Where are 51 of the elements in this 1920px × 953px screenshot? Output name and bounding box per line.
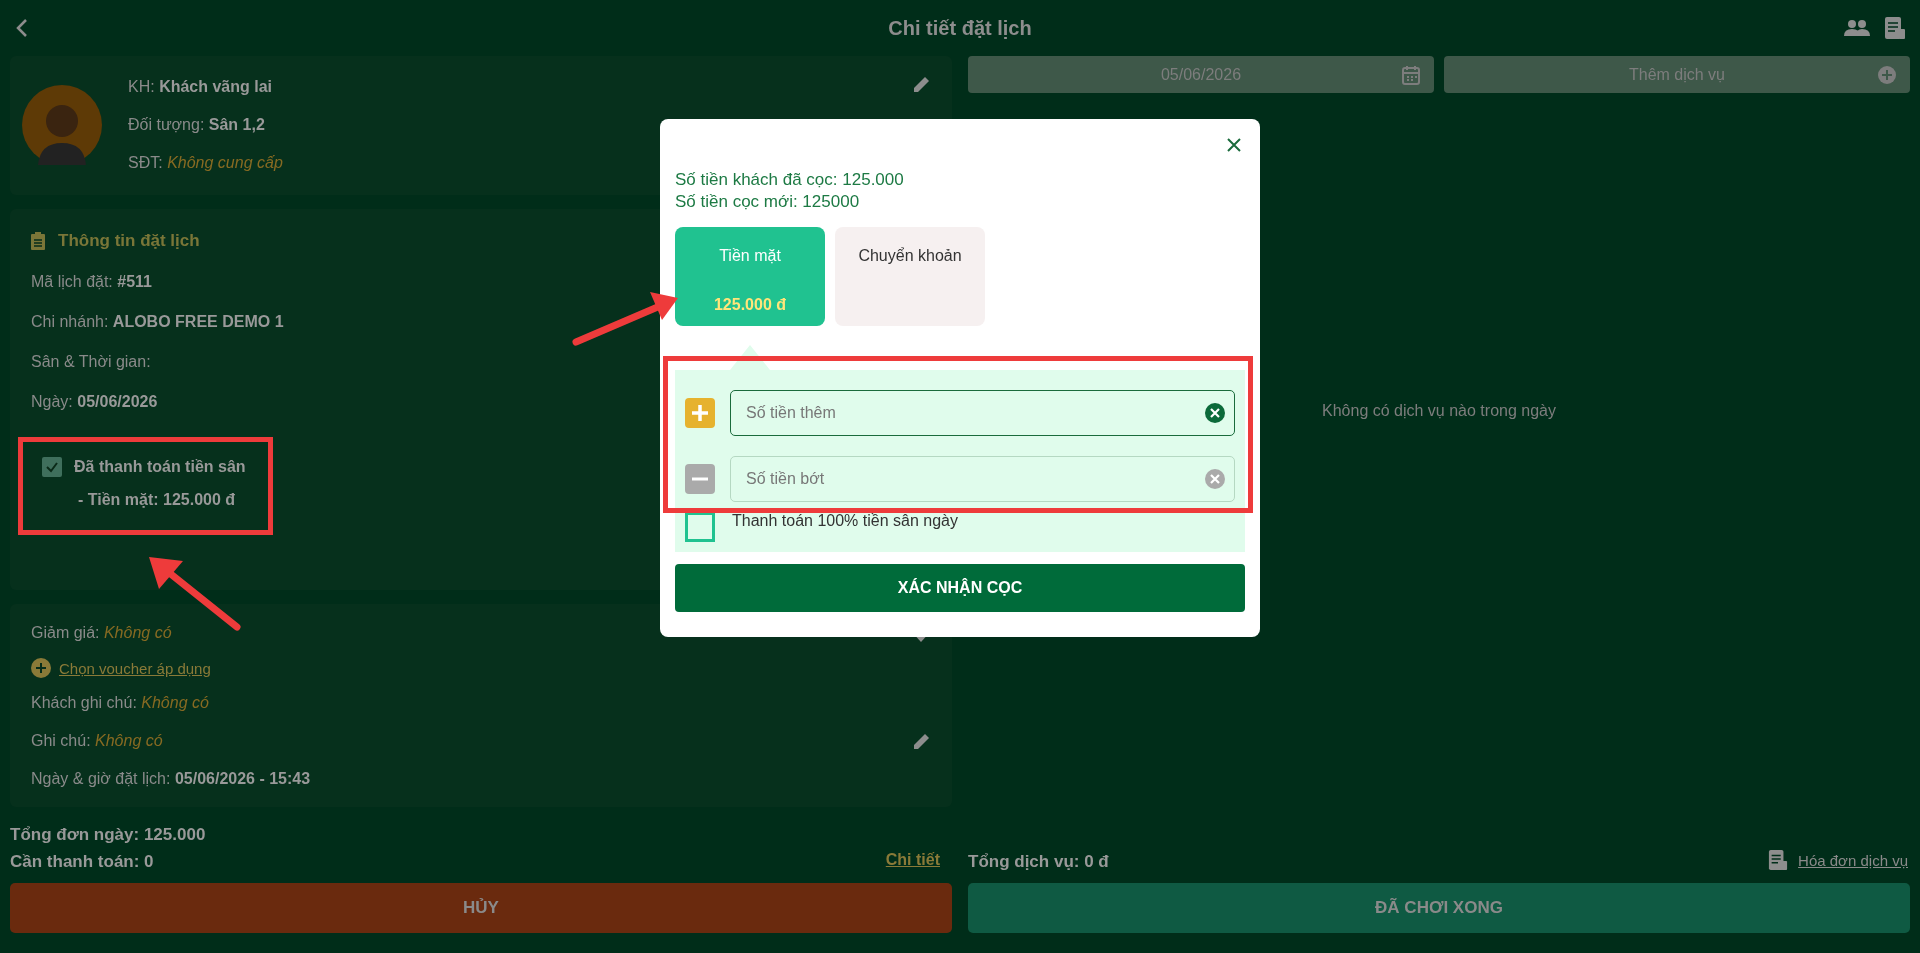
- people-icon[interactable]: [1844, 19, 1870, 37]
- add-icon: [1878, 65, 1896, 84]
- method-label: Chuyển khoản: [858, 247, 962, 265]
- service-total: Tổng dịch vụ: 0 đ: [968, 851, 1109, 873]
- deposit-text: Số tiền cọc mới: 125000: [675, 191, 861, 213]
- payment-detail: - Tiền mặt: 125.000 đ: [77, 490, 237, 509]
- note-field: Ngày & giờ đặt lịch: 05/06/2026 - 15:43: [31, 770, 311, 789]
- booking-field: Chi nhánh: ALOBO FREE DEMO 1: [31, 312, 284, 353]
- add-service-button[interactable]: Thêm dịch vụ: [1444, 56, 1910, 93]
- clear-icon[interactable]: [1205, 403, 1225, 423]
- method-label: Tiền mặt: [719, 247, 781, 265]
- day-total: Tổng đơn ngày: 125.000: [10, 824, 206, 847]
- invoice-link[interactable]: Hóa đơn dịch vụ: [1798, 851, 1908, 869]
- payment-method-tab[interactable]: Chuyển khoản: [835, 227, 985, 326]
- note-field: Ghi chú: Không có: [31, 732, 163, 751]
- booking-field: Ngày: 05/06/2026: [31, 392, 158, 433]
- booking-field: Sân & Thời gian:: [31, 352, 151, 393]
- paid-checkbox[interactable]: [42, 456, 62, 477]
- note-field: Khách ghi chú: Không có: [31, 694, 209, 713]
- amount-due: Cần thanh toán: 0: [10, 851, 155, 874]
- clipboard-icon: [30, 230, 46, 251]
- edit-icon[interactable]: [912, 74, 932, 94]
- finish-button[interactable]: ĐÃ CHƠI XONG: [968, 883, 1910, 933]
- method-amount: 125.000 đ: [713, 296, 787, 314]
- cancel-button[interactable]: HỦY: [10, 883, 952, 933]
- add-icon[interactable]: [31, 658, 51, 679]
- full-payment-checkbox[interactable]: [685, 512, 715, 542]
- edit-icon[interactable]: [912, 731, 932, 752]
- date-field[interactable]: 05/06/2026: [968, 56, 1434, 93]
- calendar-icon: [1402, 64, 1420, 85]
- booking-field: Mã lịch đặt: #511: [31, 272, 152, 313]
- payment-label: Đã thanh toán tiền sân: [74, 457, 246, 476]
- section-title: Thông tin đặt lịch: [58, 230, 200, 251]
- customer-field: KH: Khách vãng lai: [128, 78, 273, 97]
- close-icon[interactable]: [1226, 137, 1242, 153]
- receipt-icon: [1768, 849, 1789, 871]
- receipt-icon[interactable]: [1884, 16, 1906, 40]
- full-payment-label: Thanh toán 100% tiền sân ngày: [732, 512, 958, 530]
- customer-field: Đối tượng: Sân 1,2: [128, 116, 265, 135]
- discount-field: Giảm giá: Không có: [31, 624, 172, 643]
- detail-link[interactable]: Chi tiết: [885, 851, 940, 870]
- deposit-text: Số tiền khách đã cọc: 125.000: [675, 169, 905, 191]
- confirm-deposit-button[interactable]: XÁC NHẬN CỌC: [675, 564, 1245, 612]
- page-title: Chi tiết đặt lịch: [888, 16, 1032, 40]
- empty-message: Không có dịch vụ nào trong ngày: [1322, 401, 1556, 420]
- payment-method-tab[interactable]: Tiền mặt 125.000 đ: [675, 227, 825, 326]
- avatar-icon: [22, 85, 102, 166]
- customer-field: SĐT: Không cung cấp: [128, 154, 283, 173]
- voucher-link[interactable]: Chọn voucher áp dụng: [59, 659, 211, 677]
- amount-field[interactable]: Số tiền thêm: [730, 390, 1235, 436]
- back-icon[interactable]: [16, 18, 28, 38]
